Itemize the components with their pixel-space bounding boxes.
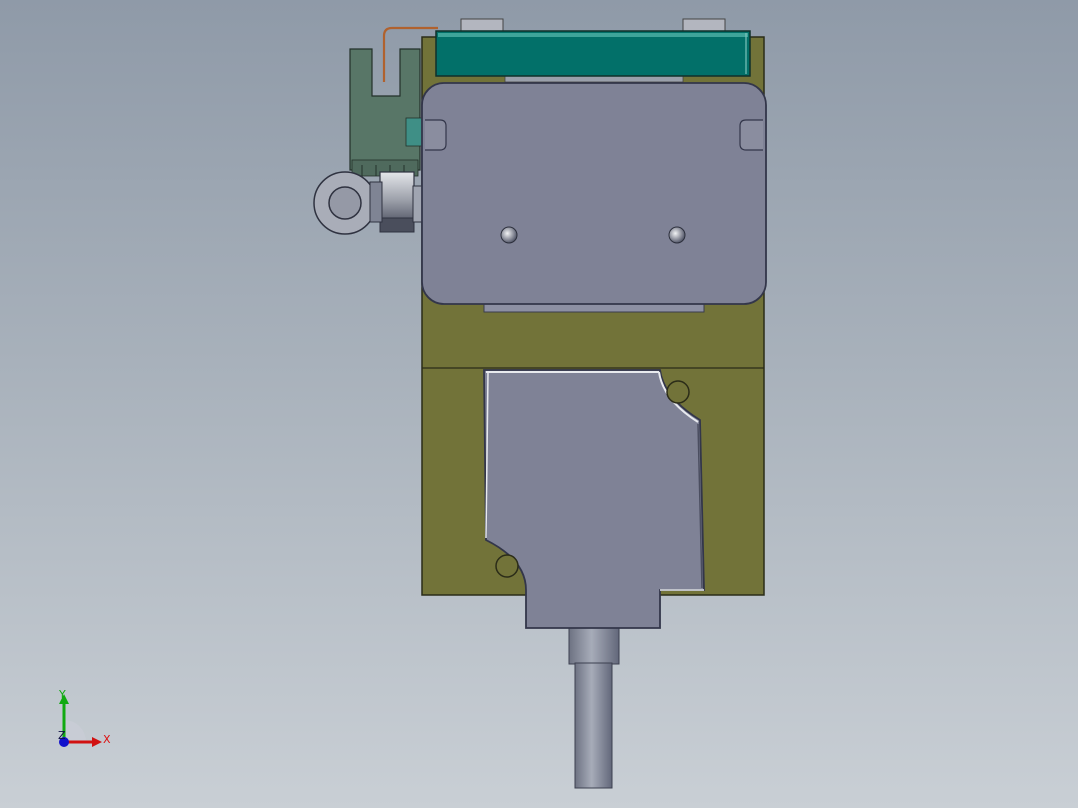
cad-viewport[interactable]: X Y Z (0, 0, 1078, 808)
x-axis-label: X (103, 733, 111, 746)
cable-rod (568, 627, 620, 789)
upper-cover-plate (421, 82, 767, 313)
side-fitting (313, 171, 424, 235)
side-bracket (349, 48, 425, 177)
y-axis-label: Y (59, 688, 66, 701)
screw-head-left (500, 226, 518, 244)
mount-hole-top (666, 380, 690, 404)
z-axis-label: Z (58, 729, 66, 742)
coordinate-triad: X Y Z (50, 686, 120, 752)
teal-top-bar (435, 30, 751, 77)
assembly-model[interactable] (0, 0, 1078, 808)
mount-hole-bottom (495, 554, 519, 578)
screw-head-right (668, 226, 686, 244)
